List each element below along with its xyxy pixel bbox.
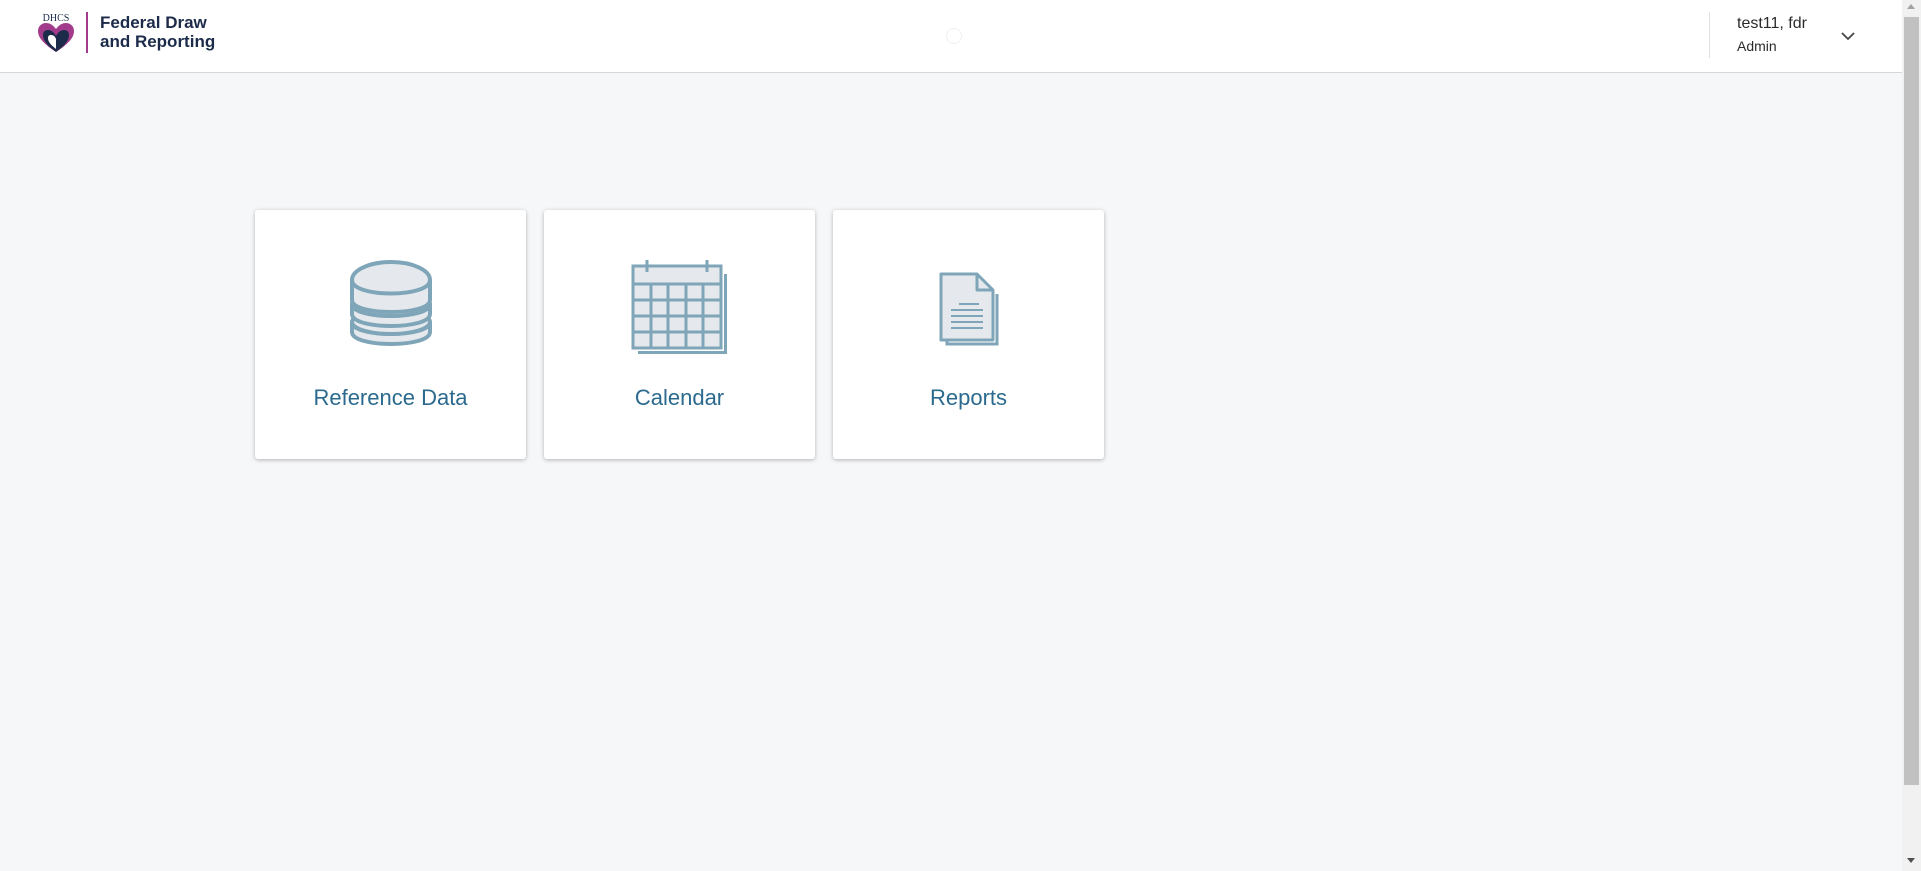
user-menu[interactable]: test11, fdr Admin <box>1710 0 1860 72</box>
reports-card[interactable]: Reports <box>833 210 1104 459</box>
dhcs-logo[interactable]: DHCS <box>34 12 78 54</box>
user-name: test11, fdr <box>1737 15 1807 32</box>
calendar-icon <box>631 260 727 354</box>
svg-text:DHCS: DHCS <box>43 13 70 24</box>
chevron-down-icon[interactable] <box>1840 30 1856 42</box>
app-header: DHCS Federal Draw and Reporting test11, … <box>0 0 1902 73</box>
user-role: Admin <box>1737 38 1777 54</box>
scroll-up-arrow-icon[interactable] <box>1907 4 1915 9</box>
logo-divider <box>86 12 88 53</box>
scrollbar-thumb[interactable] <box>1904 17 1919 785</box>
reference-data-card[interactable]: Reference Data <box>255 210 526 459</box>
document-icon <box>939 272 998 346</box>
loading-indicator <box>946 28 962 44</box>
scroll-down-arrow-icon[interactable] <box>1907 858 1915 863</box>
reference-data-label: Reference Data <box>313 385 468 410</box>
app-title: Federal Draw and Reporting <box>100 13 216 51</box>
page: DHCS Federal Draw and Reporting test11, … <box>0 0 1921 871</box>
calendar-label: Calendar <box>634 385 725 410</box>
vertical-scrollbar[interactable] <box>1902 0 1921 871</box>
reports-label: Reports <box>929 385 1008 410</box>
database-icon <box>349 260 432 346</box>
calendar-card[interactable]: Calendar <box>544 210 815 459</box>
